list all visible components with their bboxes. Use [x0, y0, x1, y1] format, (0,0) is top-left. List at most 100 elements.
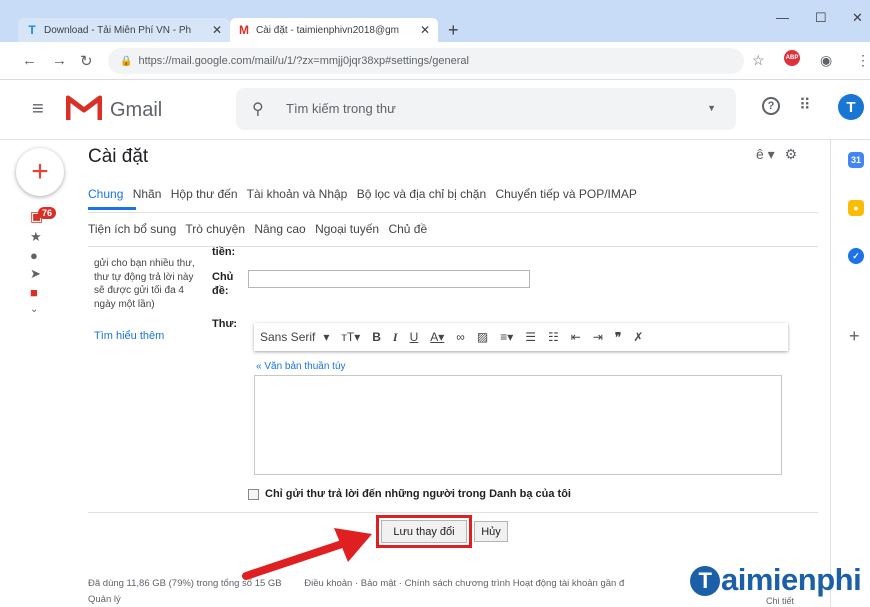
text-size-icon[interactable]: ᴛT▾ [341, 330, 360, 344]
adblock-extension-icon[interactable]: ABP [784, 50, 800, 66]
add-addon-icon[interactable]: + [849, 326, 860, 347]
apps-grid-icon[interactable]: ⠿ [799, 95, 811, 115]
keep-icon[interactable]: ● [848, 200, 864, 216]
indent-more-icon[interactable]: ⇥ [593, 330, 603, 344]
mail-search-box[interactable]: ⚲ Tìm kiếm trong thư ▼ [236, 88, 736, 130]
input-tools-icon[interactable]: ê ▾ [756, 146, 775, 162]
unread-count-badge: 76 [38, 207, 57, 219]
watermark-logo: Taimienphi [690, 562, 862, 598]
tab-labels[interactable]: Nhãn [133, 187, 162, 201]
reload-icon[interactable]: ↻ [80, 52, 93, 70]
tab-inbox[interactable]: Hộp thư đến [171, 187, 238, 201]
tabs-divider [88, 212, 818, 213]
gear-icon[interactable]: ⚙ [785, 146, 798, 162]
text-color-icon[interactable]: A▾ [430, 330, 444, 344]
account-avatar[interactable]: T [838, 94, 864, 120]
align-icon[interactable]: ≡▾ [500, 330, 513, 344]
browser-tab-strip: T Download - Tải Miễn Phí VN - Ph ✕ M Cà… [0, 0, 870, 42]
plain-text-link[interactable]: « Văn bản thuần túy [256, 361, 346, 372]
subject-input[interactable] [248, 270, 530, 288]
new-tab-button[interactable]: + [448, 20, 459, 41]
manage-storage-link[interactable]: Quản lý [88, 594, 121, 605]
calendar-icon[interactable]: 31 [848, 152, 864, 168]
more-chevron-down-icon[interactable]: ⌄ [30, 304, 38, 315]
subject-label: Chủ đề: [212, 271, 234, 297]
settings-tabs-row-2: Tiện ích bổ sung Trò chuyện Nâng cao Ngo… [88, 222, 433, 236]
active-tab-indicator [88, 207, 136, 210]
actions-divider [88, 512, 818, 513]
lock-icon: 🔒 [120, 55, 133, 67]
browser-tab-settings[interactable]: M Cài đặt - taimienphivn2018@gm ✕ [230, 18, 438, 42]
italic-icon[interactable]: I [393, 330, 398, 345]
numbered-list-icon[interactable]: ☰ [525, 330, 536, 344]
indent-less-icon[interactable]: ⇤ [571, 330, 581, 344]
field-label-top: tiền: [212, 246, 236, 258]
compose-button[interactable]: + [16, 148, 64, 196]
gmail-logo-icon[interactable] [66, 94, 102, 122]
vacation-description: gửi cho bạn nhiều thư, thư tự động trả l… [94, 258, 195, 310]
close-tab-icon[interactable]: ✕ [420, 23, 430, 37]
bookmark-star-icon[interactable]: ☆ [752, 52, 765, 69]
tasks-icon[interactable]: ✓ [848, 248, 864, 264]
important-icon[interactable]: ■ [30, 285, 38, 300]
contacts-only-option[interactable]: Chỉ gửi thư trả lời đến những người tron… [248, 488, 571, 500]
footer-links[interactable]: Điều khoản · Bảo mật · Chính sách chương… [304, 578, 624, 589]
tab-chat[interactable]: Trò chuyện [185, 222, 245, 236]
address-bar[interactable]: 🔒 https://mail.google.com/mail/u/1/?zx=m… [108, 48, 744, 74]
sent-icon[interactable]: ➤ [30, 266, 41, 282]
tab-themes[interactable]: Chủ đề [388, 222, 427, 236]
tab-filters[interactable]: Bộ lọc và địa chỉ bị chặn [357, 187, 486, 201]
message-editor[interactable] [254, 375, 782, 475]
snoozed-icon[interactable]: ● [30, 248, 38, 263]
remove-formatting-icon[interactable]: ✗ [633, 330, 643, 344]
forward-icon[interactable]: → [52, 52, 67, 69]
url-text: https://mail.google.com/mail/u/1/?zx=mmj… [138, 55, 469, 67]
learn-more-link[interactable]: Tìm hiểu thêm [94, 330, 164, 342]
compose-plus-icon: + [31, 155, 49, 188]
back-icon[interactable]: ← [22, 52, 37, 69]
page-title: Cài đặt [88, 146, 149, 167]
message-label: Thư: [212, 318, 238, 330]
tabs-divider-2 [88, 246, 818, 247]
font-family-select[interactable]: Sans Serif [260, 330, 315, 344]
underline-icon[interactable]: U [410, 330, 419, 344]
search-placeholder: Tìm kiếm trong thư [286, 101, 396, 116]
tab-forwarding[interactable]: Chuyển tiếp và POP/IMAP [495, 187, 636, 201]
browser-menu-icon[interactable]: ⋮ [856, 52, 870, 69]
quote-icon[interactable]: ❞ [615, 330, 621, 344]
tab-offline[interactable]: Ngoại tuyến [315, 222, 379, 236]
maximize-window-icon[interactable]: ☐ [815, 10, 827, 26]
settings-tabs-row-1: Chung Nhãn Hộp thư đến Tài khoản và Nhập… [88, 187, 643, 210]
main-menu-icon[interactable]: ≡ [32, 98, 44, 121]
tab-advanced[interactable]: Nâng cao [254, 222, 305, 236]
storage-usage: Đã dùng 11,86 GB (79%) trong tổng số 15 … [88, 578, 282, 589]
gmail-wordmark: Gmail [110, 99, 163, 121]
profile-icon[interactable]: ◉ [820, 52, 832, 69]
starred-icon[interactable]: ★ [30, 229, 42, 245]
gmail-header: ≡ Gmail ⚲ Tìm kiếm trong thư ▼ [0, 80, 870, 140]
font-dropdown-icon[interactable]: ▾ [323, 330, 329, 344]
gmail-favicon-icon: M [239, 23, 249, 37]
close-tab-icon[interactable]: ✕ [212, 23, 222, 37]
formatting-toolbar: Sans Serif ▾ ᴛT▾ B I U A▾ ∞ ▨ ≡▾ ☰ ☷ ⇤ ⇥… [254, 323, 788, 351]
minimize-window-icon[interactable]: — [776, 10, 789, 25]
watermark-text: aimienphi [721, 562, 862, 597]
bold-icon[interactable]: B [372, 330, 381, 344]
search-options-icon[interactable]: ▼ [707, 103, 716, 113]
tab-title: Download - Tải Miễn Phí VN - Ph [44, 24, 192, 36]
close-window-icon[interactable]: ✕ [852, 10, 863, 26]
browser-tab-download[interactable]: T Download - Tải Miễn Phí VN - Ph ✕ [18, 18, 230, 42]
help-icon[interactable]: ? [762, 97, 780, 115]
tab-general[interactable]: Chung [88, 187, 123, 201]
tab-accounts[interactable]: Tài khoản và Nhập [247, 187, 348, 201]
bulleted-list-icon[interactable]: ☷ [548, 330, 559, 344]
red-arrow-annotation-icon [242, 528, 372, 580]
tab-addons[interactable]: Tiện ích bổ sung [88, 222, 176, 236]
cancel-button[interactable]: Hủy [474, 521, 508, 542]
image-icon[interactable]: ▨ [477, 330, 488, 344]
save-changes-button[interactable]: Lưu thay đổi [381, 520, 467, 543]
link-icon[interactable]: ∞ [456, 330, 465, 344]
contacts-only-checkbox[interactable] [248, 488, 259, 500]
contacts-only-label: Chỉ gửi thư trả lời đến những người tron… [265, 488, 571, 500]
search-icon[interactable]: ⚲ [252, 99, 264, 119]
